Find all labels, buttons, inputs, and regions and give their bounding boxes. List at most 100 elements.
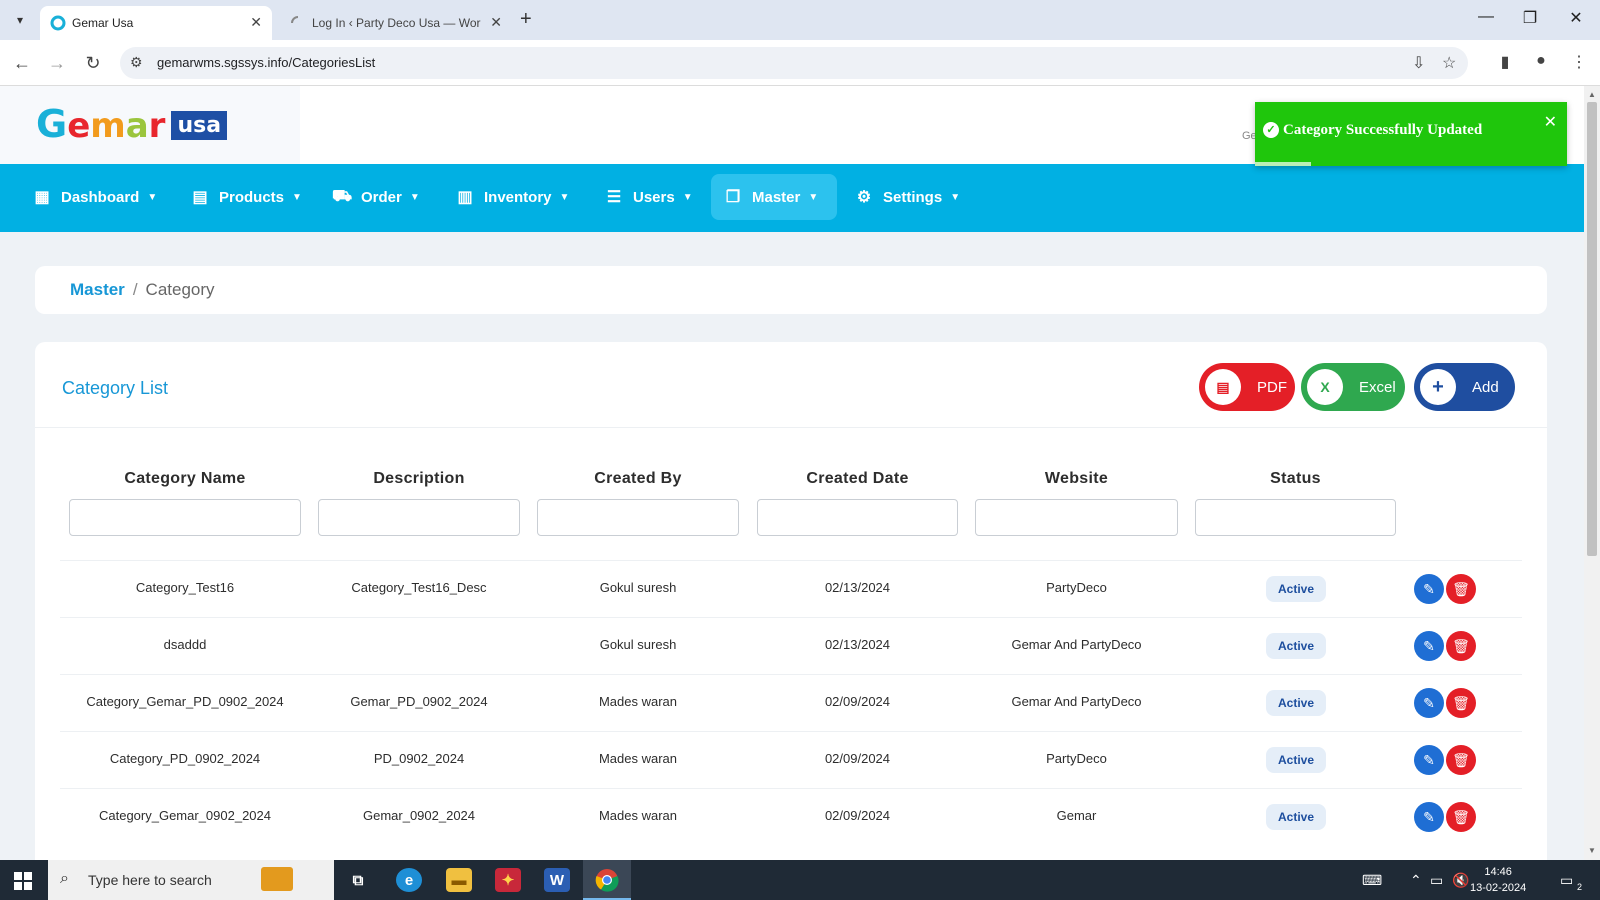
edit-pencil-icon[interactable]: ✎ (1414, 802, 1444, 832)
nav-label: Master (752, 188, 801, 206)
taskbar-search[interactable]: ⌕ Type here to search (48, 860, 334, 900)
cell-created-date: 02/09/2024 (824, 751, 891, 766)
filter-website-input[interactable] (975, 499, 1178, 536)
gemar-usa-logo[interactable]: G emar usa (36, 102, 228, 146)
back-icon[interactable]: ← (10, 51, 34, 75)
caret-down-icon: ▼ (950, 191, 961, 203)
caret-down-icon: ▼ (292, 191, 302, 203)
network-icon[interactable]: ▭ (1430, 872, 1443, 889)
cell-created-by: Mades waran (598, 694, 678, 709)
caret-down-icon: ▼ (682, 191, 693, 203)
window-close-icon[interactable]: ✕ (1566, 8, 1586, 28)
cell-website: PartyDeco (1046, 580, 1107, 595)
windows-start-icon[interactable] (14, 872, 32, 890)
page-scrollbar[interactable]: ▲ ▼ (1584, 86, 1600, 860)
filter-created-by-input[interactable] (537, 499, 739, 536)
cell-created-date: 02/13/2024 (824, 580, 891, 595)
column-header-category-name[interactable]: Category Name (69, 470, 301, 488)
omnibox[interactable]: ⚙ gemarwms.sgssys.info/CategoriesList ⇩ … (120, 47, 1468, 79)
cell-website: Gemar And PartyDeco (1011, 637, 1142, 652)
scrollbar-thumb[interactable] (1587, 102, 1597, 556)
volume-muted-icon[interactable]: 🔇 (1452, 872, 1469, 889)
filter-created-date-input[interactable] (757, 499, 958, 536)
new-tab-icon[interactable]: + (520, 8, 532, 31)
delete-trash-icon[interactable]: 🗑 (1446, 745, 1476, 775)
scroll-up-arrow-icon[interactable]: ▲ (1588, 90, 1596, 99)
table-row: Category_PD_0902_2024 PD_0902_2024 Mades… (60, 731, 1522, 788)
tab-close-icon[interactable]: ✕ (250, 14, 262, 31)
column-header-created-date[interactable]: Created Date (757, 470, 958, 488)
excel-button[interactable]: X Excel (1301, 363, 1405, 411)
taskbar-clock[interactable]: 14:46 13-02-2024 (1470, 864, 1526, 896)
column-header-website[interactable]: Website (975, 470, 1178, 488)
site-settings-icon[interactable]: ⚙ (130, 54, 143, 71)
task-view-icon[interactable]: ⧉ (345, 868, 371, 892)
url-text[interactable]: gemarwms.sgssys.info/CategoriesList (157, 55, 375, 70)
browser-menu-icon[interactable]: ⋮ (1568, 52, 1590, 72)
column-header-status[interactable]: Status (1195, 470, 1396, 488)
column-header-description[interactable]: Description (318, 470, 520, 488)
nav-products[interactable]: ▤ Products ▼ (178, 174, 314, 220)
settings-icon: ⚙ (856, 189, 872, 206)
delete-trash-icon[interactable]: 🗑 (1446, 574, 1476, 604)
reload-icon[interactable]: ↻ (81, 51, 105, 75)
edit-pencil-icon[interactable]: ✎ (1414, 688, 1444, 718)
browser-tab-active[interactable]: Gemar Usa ✕ (40, 6, 272, 40)
install-app-icon[interactable]: ⇩ (1412, 53, 1425, 73)
nav-order[interactable]: ⛟ Order ▼ (320, 174, 432, 220)
delete-trash-icon[interactable]: 🗑 (1446, 688, 1476, 718)
pdf-button[interactable]: ▤ PDF (1199, 363, 1295, 411)
page-viewport: G emar usa Ge ▦ Dashboard ▼ ▤ Products ▼… (0, 86, 1584, 860)
cell-created-date: 02/13/2024 (824, 637, 891, 652)
delete-trash-icon[interactable]: 🗑 (1446, 802, 1476, 832)
bookmark-star-icon[interactable]: ☆ (1442, 53, 1456, 73)
minimize-icon[interactable]: — (1476, 8, 1496, 26)
tab-title: Log In ‹ Party Deco Usa — Wor (312, 16, 481, 30)
edit-pencil-icon[interactable]: ✎ (1414, 574, 1444, 604)
gemar-favicon-icon (50, 15, 66, 31)
keyboard-icon[interactable]: ⌨ (1362, 872, 1382, 889)
show-hidden-icons-icon[interactable]: ⌃ (1410, 872, 1422, 889)
file-explorer-icon[interactable]: ▬ (446, 868, 472, 892)
edit-pencil-icon[interactable]: ✎ (1414, 745, 1444, 775)
briefcase-icon[interactable] (261, 867, 293, 891)
scroll-down-arrow-icon[interactable]: ▼ (1588, 846, 1596, 855)
nav-master[interactable]: ❐ Master ▼ (711, 174, 837, 220)
cell-category-name: dsaddd (163, 637, 207, 652)
side-panel-icon[interactable]: ▮ (1494, 52, 1516, 72)
delete-trash-icon[interactable]: 🗑 (1446, 631, 1476, 661)
nav-users[interactable]: ☰ Users ▼ (592, 174, 705, 220)
add-button-label: Add (1472, 378, 1499, 396)
master-icon: ❐ (725, 189, 741, 206)
users-icon: ☰ (606, 189, 622, 206)
toast-close-icon[interactable]: ✕ (1544, 112, 1557, 132)
profile-icon[interactable]: ● (1530, 52, 1552, 70)
tab-close-icon[interactable]: ✕ (490, 14, 502, 31)
notification-icon[interactable]: ▭ (1560, 872, 1573, 889)
nav-label: Inventory (484, 188, 552, 206)
browser-tab-inactive[interactable]: Log In ‹ Party Deco Usa — Wor ✕ (280, 6, 512, 40)
tab-search-dropdown[interactable]: ▾ (8, 8, 32, 32)
pdf-file-icon: ▤ (1205, 369, 1241, 405)
nav-settings[interactable]: ⚙ Settings ▼ (842, 174, 972, 220)
forward-icon[interactable]: → (45, 51, 69, 75)
chrome-icon (595, 869, 619, 892)
cell-category-name: Category_Gemar_0902_2024 (98, 808, 271, 823)
filter-description-input[interactable] (318, 499, 520, 536)
nav-dashboard[interactable]: ▦ Dashboard ▼ (20, 174, 169, 220)
edge-browser-icon[interactable]: e (396, 868, 422, 892)
table-row: Category_Test16 Category_Test16_Desc Gok… (60, 560, 1522, 617)
app-icon[interactable]: ✦ (495, 868, 521, 892)
cell-website: PartyDeco (1046, 751, 1107, 766)
filter-status-input[interactable] (1195, 499, 1396, 536)
word-icon[interactable]: W (544, 868, 570, 892)
cell-created-date: 02/09/2024 (824, 694, 891, 709)
add-button[interactable]: + Add (1414, 363, 1515, 411)
tab-title: Gemar Usa (72, 16, 134, 30)
nav-inventory[interactable]: ▥ Inventory ▼ (443, 174, 581, 220)
edit-pencil-icon[interactable]: ✎ (1414, 631, 1444, 661)
breadcrumb-master-link[interactable]: Master (70, 280, 125, 300)
column-header-created-by[interactable]: Created By (537, 470, 739, 488)
filter-category-name-input[interactable] (69, 499, 301, 536)
restore-icon[interactable]: ❐ (1520, 8, 1540, 28)
